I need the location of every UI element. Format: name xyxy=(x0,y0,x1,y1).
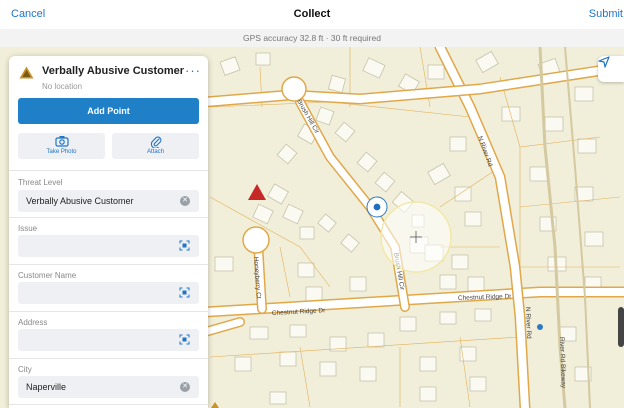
field-label-threat-level: Threat Level xyxy=(18,178,63,187)
divider xyxy=(9,404,208,405)
clear-icon[interactable]: ✕ xyxy=(180,382,190,392)
clear-icon[interactable]: ✕ xyxy=(180,196,190,206)
field-label-address: Address xyxy=(18,318,48,327)
issue-field[interactable] xyxy=(18,235,199,257)
address-field[interactable] xyxy=(18,329,199,351)
threat-level-field[interactable]: Verbally Abusive Customer ✕ xyxy=(18,190,199,212)
street-label: N River Rd xyxy=(524,307,532,339)
current-location-icon xyxy=(372,202,382,212)
street-label: River Rd Bikeway xyxy=(558,337,567,389)
field-label-issue: Issue xyxy=(18,224,38,233)
threat-marker-icon[interactable] xyxy=(248,184,266,200)
page-title: Collect xyxy=(293,8,331,20)
attach-button[interactable]: Attach xyxy=(112,133,199,159)
location-status: No location xyxy=(42,82,83,91)
city-value: Naperville xyxy=(26,382,67,392)
more-options-icon[interactable]: ··· xyxy=(185,64,201,77)
info-pin-icon[interactable] xyxy=(537,324,543,330)
scan-barcode-icon[interactable] xyxy=(179,240,190,251)
scan-barcode-icon[interactable] xyxy=(179,287,190,298)
gps-accuracy-banner: GPS accuracy 32.8 ft · 30 ft required xyxy=(0,29,624,48)
edge-handle[interactable] xyxy=(618,307,624,347)
warning-icon xyxy=(19,66,34,79)
field-label-city: City xyxy=(18,365,32,374)
navigation-bar: Cancel Collect Submit xyxy=(0,0,624,29)
divider xyxy=(9,264,208,265)
divider xyxy=(9,311,208,312)
take-photo-label: Take Photo xyxy=(46,149,77,155)
divider xyxy=(9,170,208,171)
divider xyxy=(9,217,208,218)
city-field[interactable]: Naperville ✕ xyxy=(18,376,199,398)
street-label: Chestnut Ridge Dr xyxy=(458,293,513,302)
street-label: Chestnut Ridge Dr xyxy=(272,307,327,317)
paperclip-icon xyxy=(150,136,161,148)
threat-level-value: Verbally Abusive Customer xyxy=(26,196,134,206)
add-point-button[interactable]: Add Point xyxy=(18,98,199,124)
camera-icon xyxy=(54,136,69,147)
navigation-arrow-icon xyxy=(598,56,610,68)
divider xyxy=(9,358,208,359)
form-header: Verbally Abusive Customer No location ··… xyxy=(9,56,208,96)
take-photo-button[interactable]: Take Photo xyxy=(18,133,105,159)
locate-button[interactable] xyxy=(598,56,624,82)
scan-barcode-icon[interactable] xyxy=(179,334,190,345)
attach-label: Attach xyxy=(146,149,164,155)
customer-name-field[interactable] xyxy=(18,282,199,304)
feature-title: Verbally Abusive Customer xyxy=(42,65,185,77)
warning-marker-icon[interactable] xyxy=(209,402,221,408)
submit-button[interactable]: Submit xyxy=(589,8,623,20)
field-label-customer-name: Customer Name xyxy=(18,271,77,280)
collect-form-panel: Verbally Abusive Customer No location ··… xyxy=(9,56,208,408)
